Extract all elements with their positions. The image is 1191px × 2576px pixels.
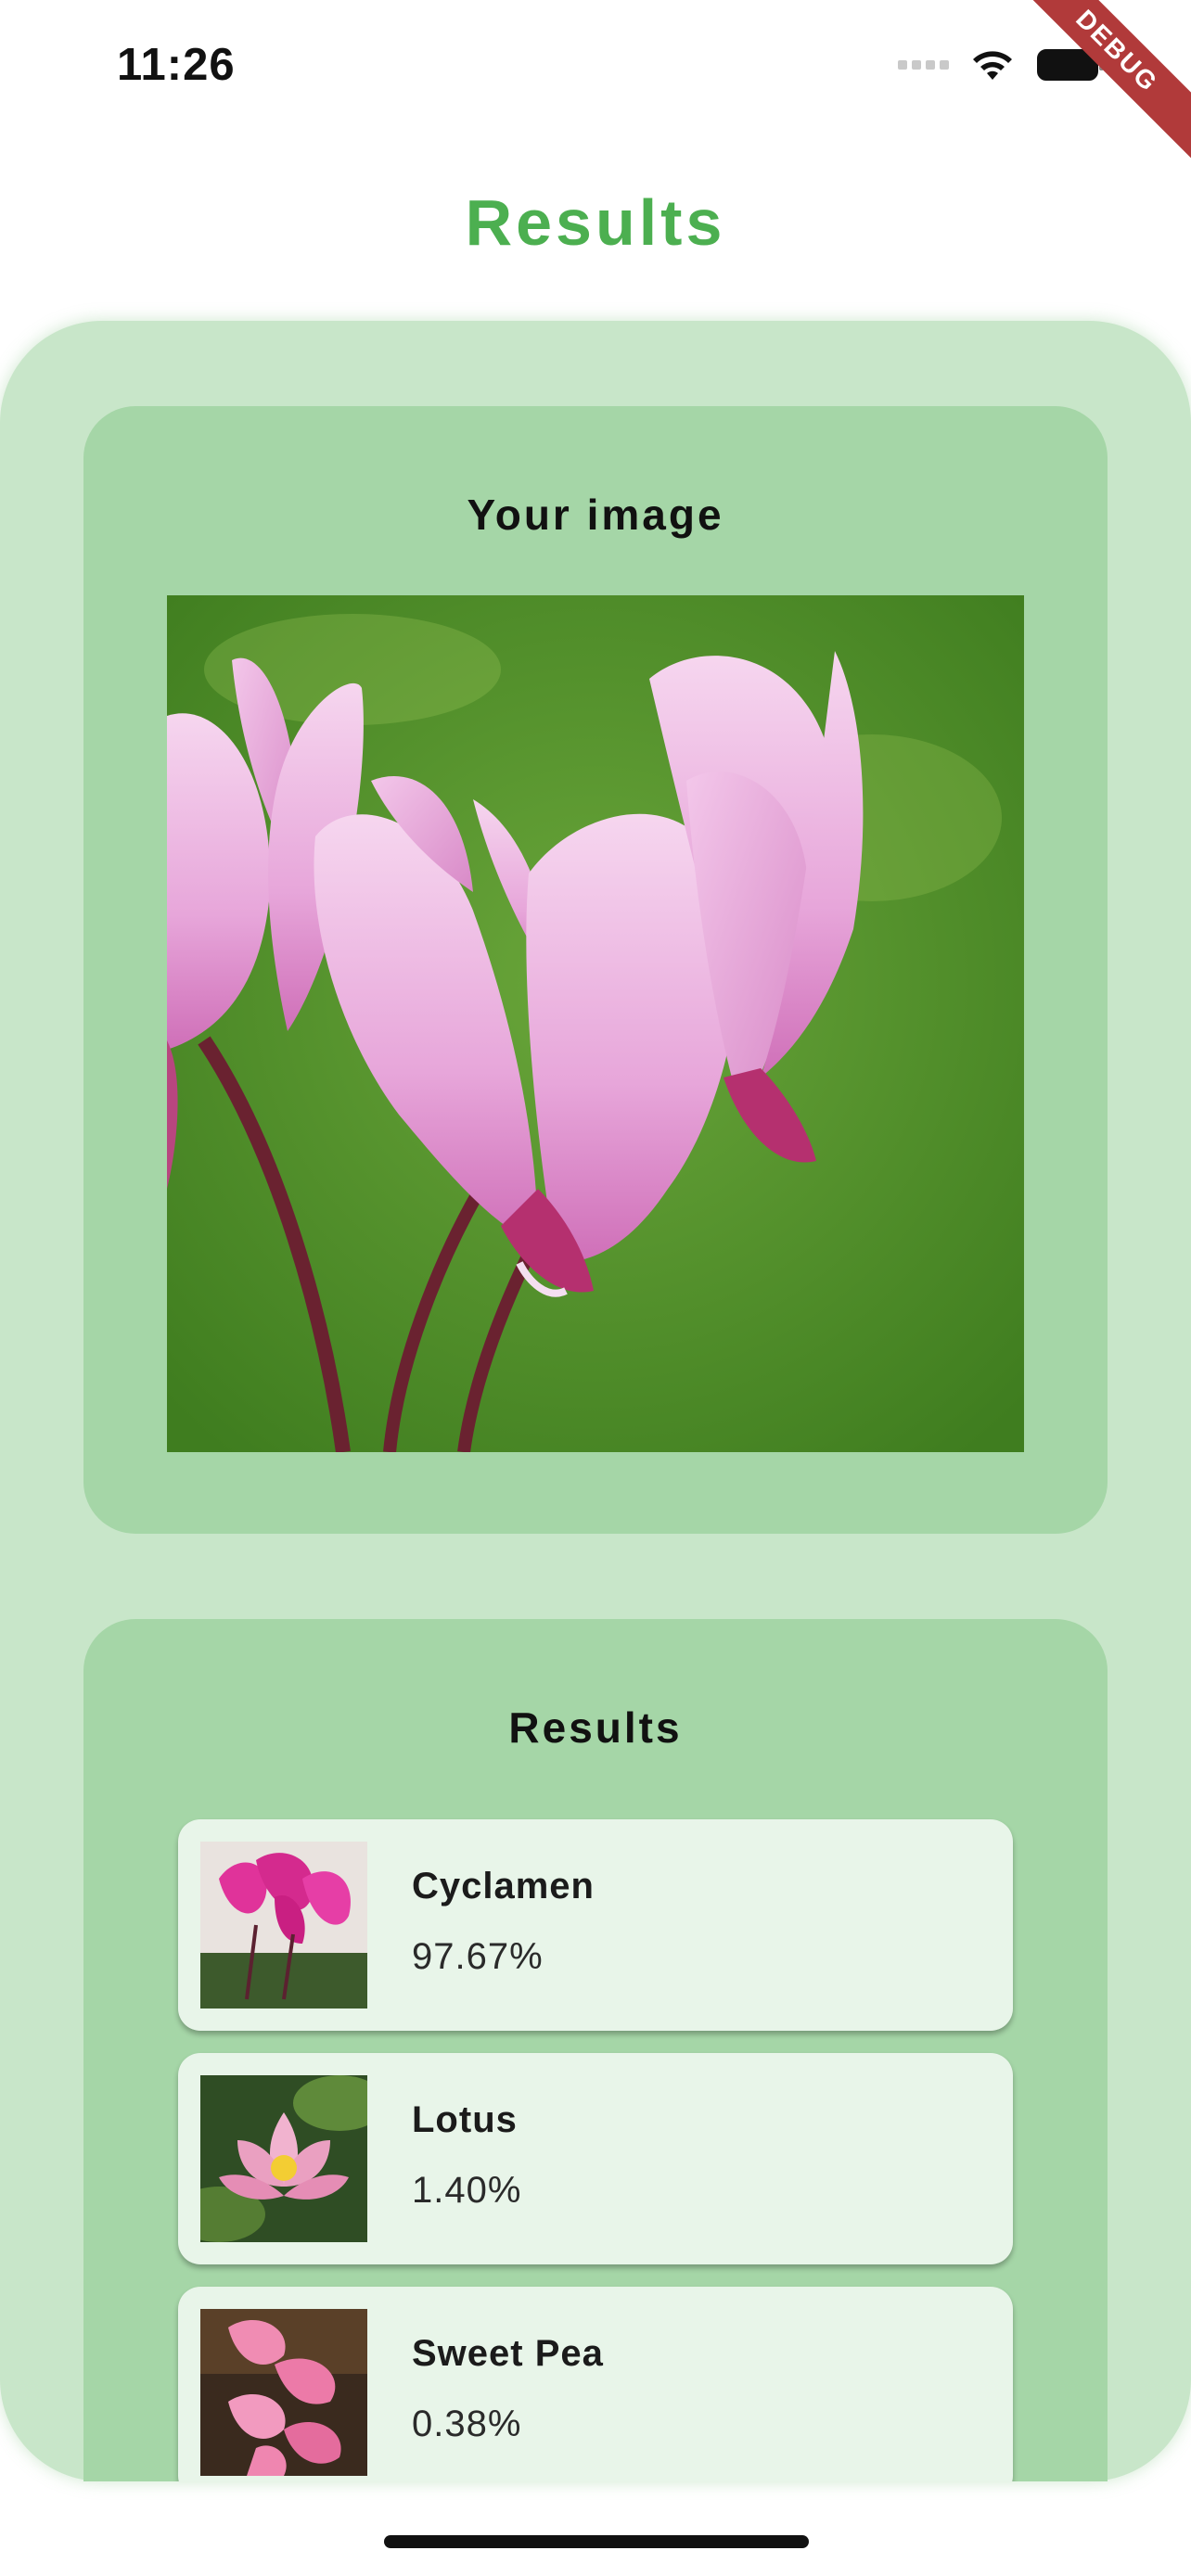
result-score: 0.38% bbox=[412, 2404, 522, 2444]
status-bar: 11:26 bbox=[0, 0, 1191, 139]
result-item-lotus[interactable]: Lotus 1.40% bbox=[178, 2053, 1013, 2264]
results-card-heading: Results bbox=[508, 1703, 683, 1752]
wifi-icon bbox=[969, 48, 1016, 82]
result-item-cyclamen[interactable]: Cyclamen 97.67% bbox=[178, 1819, 1013, 2031]
sweet-pea-thumb bbox=[200, 2309, 367, 2476]
result-item-sweet-pea[interactable]: Sweet Pea 0.38% bbox=[178, 2287, 1013, 2481]
image-card: Your image bbox=[83, 406, 1108, 1534]
status-time: 11:26 bbox=[117, 40, 236, 90]
image-card-heading: Your image bbox=[467, 491, 724, 539]
status-icons bbox=[898, 48, 1105, 82]
signal-icon bbox=[898, 60, 949, 70]
uploaded-image bbox=[167, 595, 1024, 1452]
results-card: Results Cyclamen 97.67% Lotus 1.40% Swee… bbox=[83, 1619, 1108, 2481]
result-name: Lotus bbox=[412, 2099, 518, 2140]
home-indicator[interactable] bbox=[384, 2535, 809, 2548]
result-score: 97.67% bbox=[412, 1936, 544, 1977]
lotus-thumb bbox=[200, 2075, 367, 2242]
result-name: Sweet Pea bbox=[412, 2333, 604, 2374]
page-title: Results bbox=[465, 186, 726, 259]
cyclamen-thumb bbox=[200, 1842, 367, 2009]
result-score: 1.40% bbox=[412, 2170, 522, 2211]
result-name: Cyclamen bbox=[412, 1866, 595, 1906]
